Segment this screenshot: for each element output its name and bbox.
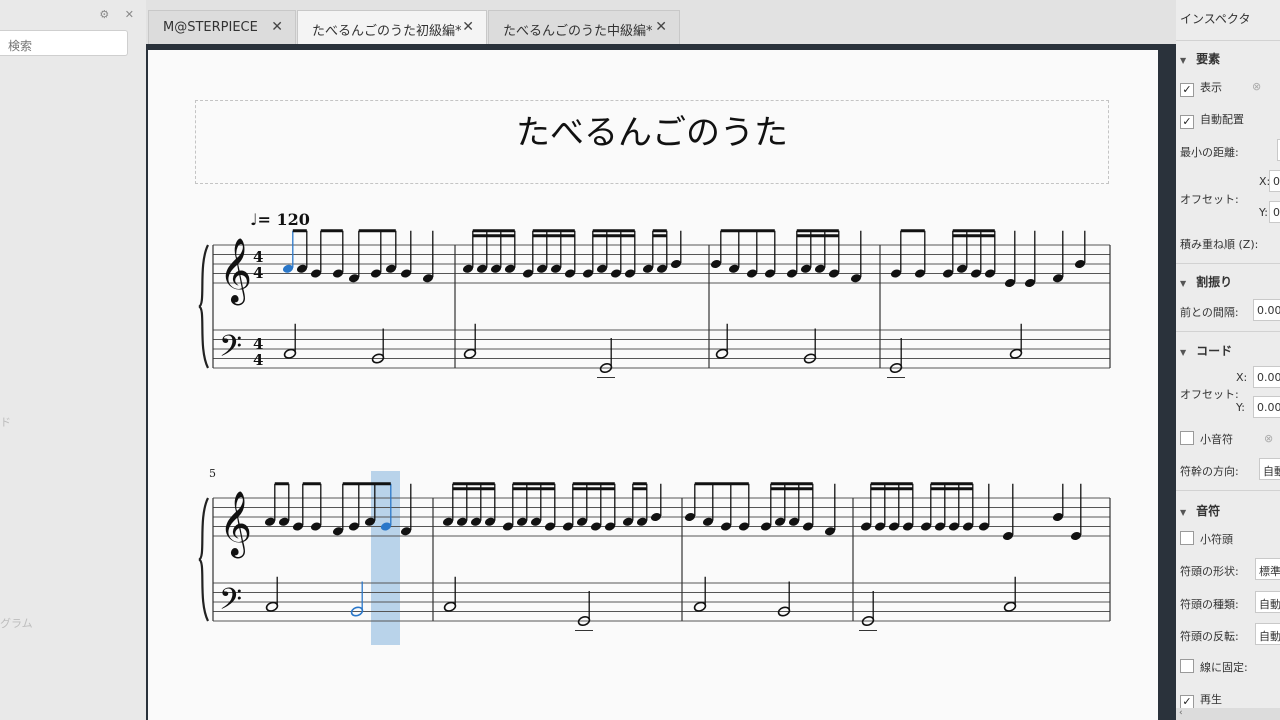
reset-icon[interactable]: ⊗ [1264, 432, 1273, 445]
mirror-head-label: 符頭の反転: [1180, 630, 1239, 643]
treble-clef: 𝄞 [219, 238, 252, 305]
chevron-down-icon[interactable]: ▼ [1180, 279, 1186, 288]
play-checkbox[interactable]: ✓ 再生 [1180, 691, 1222, 709]
head-type-label: 符頭の種類: [1180, 598, 1239, 611]
checkbox-checked-icon[interactable]: ✓ [1180, 115, 1194, 129]
bass-clef: 𝄢 [219, 330, 242, 371]
chord-offset-x-field[interactable]: 0.00 [1253, 366, 1280, 388]
inspector-panel: インスペクタ ▼ 要素 ✓ 表示 ⊗ ✓ 自動配置 最小の距離: オフセット: X: … [1176, 0, 1280, 720]
stacking-order-label: 積み重ね順 (Z): [1180, 238, 1259, 251]
divider [1176, 263, 1280, 264]
chord-offset-label: オフセット: [1180, 388, 1239, 401]
section-element[interactable]: ▼ 要素 [1180, 50, 1220, 67]
checkbox-checked-icon[interactable]: ✓ [1180, 83, 1194, 97]
mirror-head-select[interactable]: 自動 [1255, 623, 1280, 645]
bass-clef: 𝄢 [219, 583, 242, 624]
head-group-select[interactable]: 標準 [1255, 558, 1280, 580]
inspector-title: インスペクタ [1180, 12, 1251, 26]
time-sig-den: 4 [253, 264, 263, 282]
time-sig-den: 4 [253, 351, 263, 369]
section-chord[interactable]: ▼ コード [1180, 342, 1232, 359]
chevron-down-icon[interactable]: ▼ [1180, 348, 1186, 357]
checkbox-unchecked-icon[interactable] [1180, 531, 1194, 545]
section-segment[interactable]: ▼ 割振り [1180, 273, 1232, 290]
brace [198, 497, 210, 622]
chord-offset-y-field[interactable]: 0.00 [1253, 396, 1280, 418]
horizontal-scrollbar[interactable]: ‹ [1176, 708, 1280, 720]
chevron-down-icon[interactable]: ▼ [1180, 56, 1186, 65]
offset-y-field[interactable]: 0 [1269, 201, 1280, 223]
brace [198, 244, 210, 369]
head-type-select[interactable]: 自動 [1255, 591, 1280, 613]
auto-place-checkbox[interactable]: ✓ 自動配置 [1180, 111, 1244, 129]
stem-direction-label: 符幹の方向: [1180, 465, 1239, 478]
treble-clef: 𝄞 [219, 491, 252, 558]
fix-to-line-checkbox[interactable]: 線に固定: [1180, 659, 1248, 675]
show-checkbox[interactable]: ✓ 表示 [1180, 79, 1222, 97]
music-notation[interactable]: 𝄞 𝄢 4 4 4 4 𝄞 𝄢 [0, 0, 1280, 720]
clefs-and-time: 𝄞 𝄢 4 4 4 4 𝄞 𝄢 [219, 238, 263, 624]
min-distance-label: 最小の距離: [1180, 146, 1239, 159]
head-group-label: 符頭の形状: [1180, 565, 1239, 578]
divider [1176, 490, 1280, 491]
reset-icon[interactable]: ⊗ [1252, 80, 1261, 93]
y-label: Y: [1236, 401, 1245, 414]
small-chord-checkbox[interactable]: 小音符 [1180, 431, 1233, 447]
y-label: Y: [1259, 206, 1268, 219]
staff-lines [198, 244, 1111, 645]
checkbox-unchecked-icon[interactable] [1180, 431, 1194, 445]
divider [1176, 331, 1280, 332]
chevron-down-icon[interactable]: ▼ [1180, 508, 1186, 517]
divider [1176, 40, 1280, 41]
x-label: X: [1236, 371, 1248, 384]
small-note-checkbox[interactable]: 小符頭 [1180, 531, 1233, 547]
offset-x-field[interactable]: 0 [1269, 170, 1280, 192]
section-note[interactable]: ▼ 音符 [1180, 502, 1220, 519]
leading-space-field[interactable]: 0.00 [1253, 299, 1280, 321]
leading-space-label: 前との間隔: [1180, 306, 1239, 319]
checkbox-checked-icon[interactable]: ✓ [1180, 695, 1194, 709]
checkbox-unchecked-icon[interactable] [1180, 659, 1194, 673]
stem-direction-select[interactable]: 自動 [1259, 458, 1280, 480]
offset-label: オフセット: [1180, 193, 1239, 206]
